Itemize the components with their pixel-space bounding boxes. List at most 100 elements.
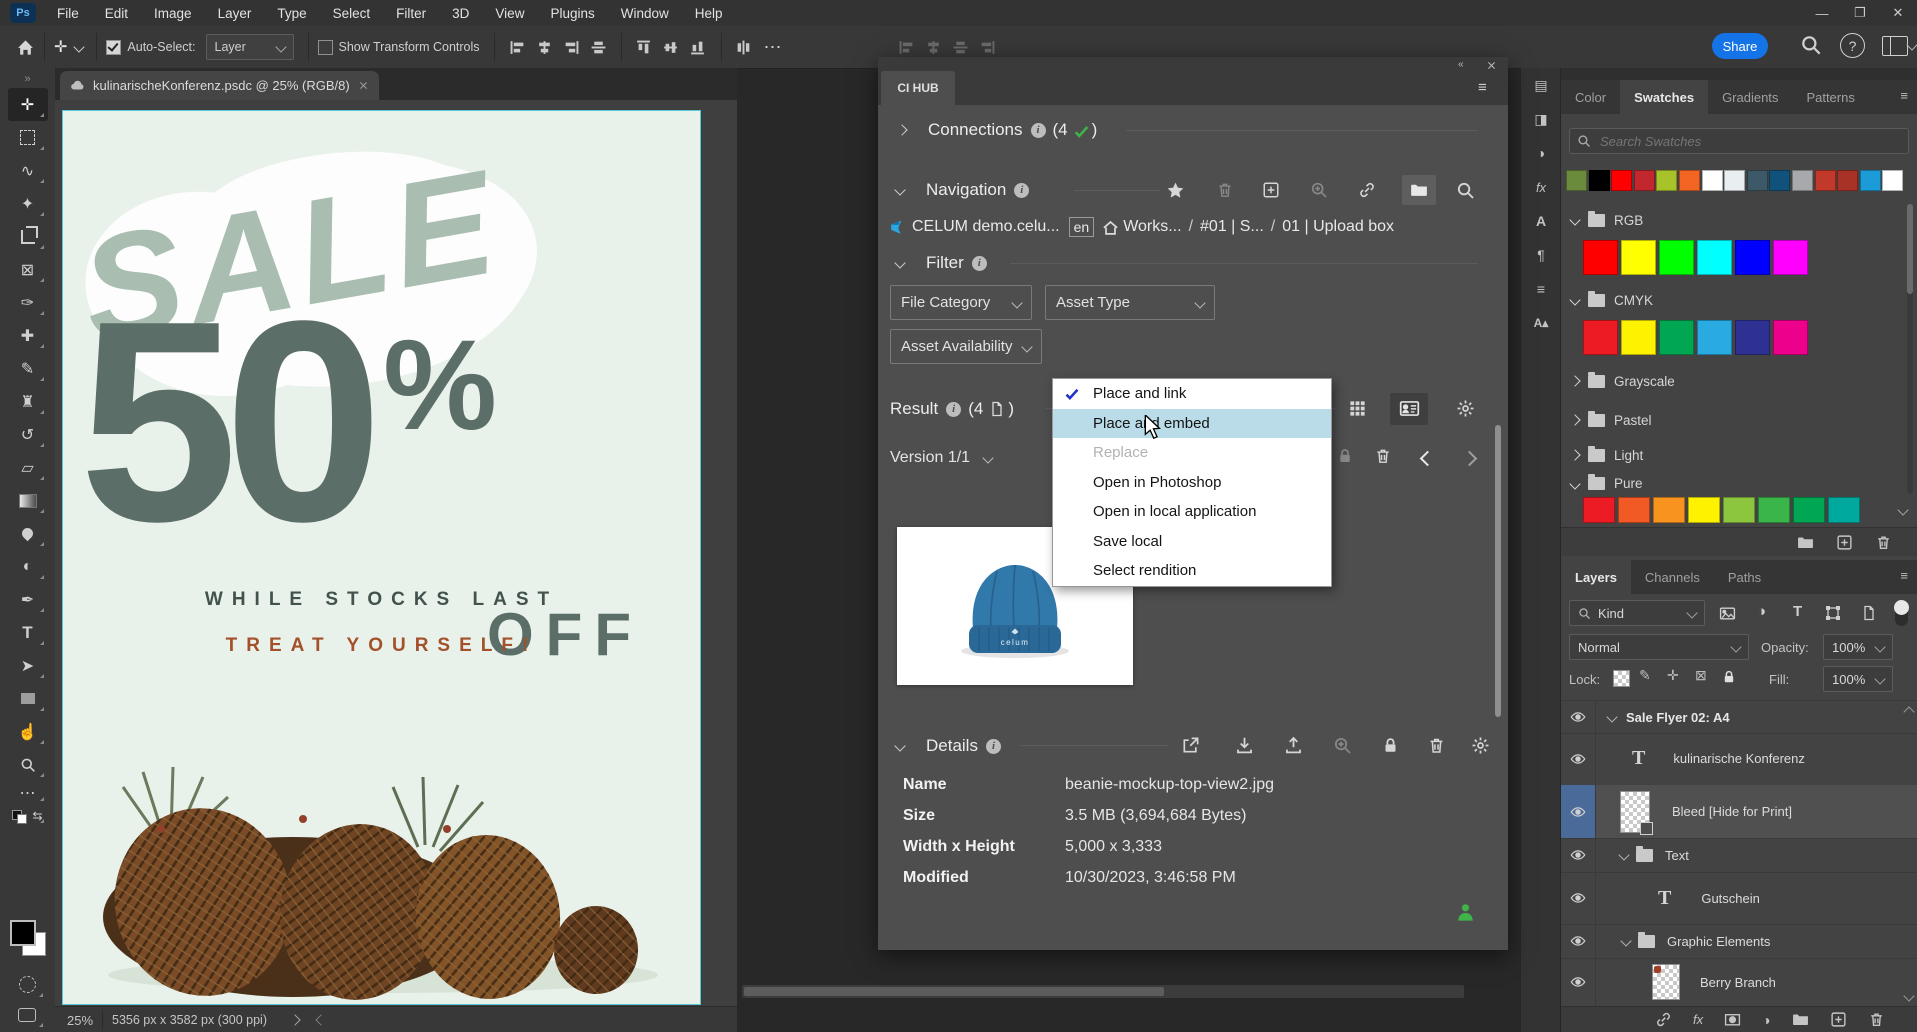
cihub-tab[interactable]: CI HUB [881, 71, 955, 105]
swatch[interactable] [1735, 240, 1770, 275]
user-online-icon[interactable] [1455, 902, 1476, 923]
swatch-group-rgb[interactable]: RGB [1561, 204, 1917, 236]
show-transform-checkbox[interactable] [318, 40, 333, 55]
pen-tool[interactable]: ✒ [8, 583, 48, 616]
new-adjustment-layer-icon[interactable]: ◑ [1762, 1012, 1770, 1028]
align-right-icon[interactable] [563, 39, 580, 56]
chevron-down-icon[interactable] [1620, 935, 1631, 946]
blur-tool[interactable] [8, 517, 48, 550]
favorites-star-icon[interactable] [1166, 181, 1185, 200]
breadcrumb-segment[interactable]: #01 | S... [1182, 218, 1264, 236]
panel-menu-icon[interactable]: ≡ [1890, 80, 1917, 114]
auto-select-checkbox[interactable] [106, 40, 121, 55]
new-group-folder-icon[interactable] [1797, 534, 1814, 551]
swatch[interactable] [1773, 320, 1808, 355]
tab-color[interactable]: Color [1561, 80, 1620, 114]
menu-layer[interactable]: Layer [205, 6, 265, 21]
menu-help[interactable]: Help [682, 6, 736, 21]
swatch-group-grayscale[interactable]: Grayscale [1561, 364, 1917, 398]
menu-select[interactable]: Select [320, 6, 384, 21]
layer-row-text[interactable]: T Gutschein [1561, 872, 1917, 925]
home-icon[interactable] [16, 38, 35, 57]
swatch[interactable] [1758, 497, 1790, 523]
info-icon[interactable]: i [1014, 183, 1029, 198]
rectangle-tool[interactable] [8, 682, 48, 715]
toolbar-collapse-icon[interactable]: » [0, 68, 55, 88]
align-center-icon[interactable] [536, 39, 553, 56]
history-brush-tool[interactable]: ↺ [8, 418, 48, 451]
swatch-group-cmyk[interactable]: CMYK [1561, 284, 1917, 316]
chevron-down-icon[interactable] [982, 452, 993, 463]
swatch[interactable] [1618, 497, 1650, 523]
panel-character-icon[interactable]: A [1521, 204, 1561, 238]
swatch[interactable] [1659, 320, 1694, 355]
layer-filter-toggle[interactable] [1895, 602, 1908, 626]
home-icon[interactable] [1102, 219, 1119, 236]
move-tool[interactable]: ✛ [8, 88, 48, 121]
foreground-background-colors[interactable] [10, 920, 46, 956]
swatch[interactable] [1769, 170, 1790, 191]
panel-paragraph-icon[interactable]: ¶ [1521, 238, 1561, 272]
swatch[interactable] [1656, 170, 1677, 191]
language-selector[interactable]: en [1069, 217, 1095, 237]
layer-row-text[interactable]: T kulinarische Konferenz [1561, 732, 1917, 786]
panel-collapse-icon[interactable]: « [1458, 59, 1464, 70]
close-button[interactable]: ✕ [1879, 0, 1917, 26]
panel-menu-icon[interactable]: ≡ [1890, 560, 1917, 594]
link-layers-icon[interactable] [1655, 1011, 1672, 1028]
menu-item-open-in-local-application[interactable]: Open in local application [1053, 497, 1331, 527]
lasso-tool[interactable]: ∿ [8, 154, 48, 187]
horizontal-scrollbar[interactable] [742, 985, 1464, 998]
opacity-field[interactable]: 100% [1823, 634, 1893, 660]
swatch-group-light[interactable]: Light [1561, 440, 1917, 470]
swatch[interactable] [1688, 497, 1720, 523]
tool-preset-chevron-icon[interactable] [74, 41, 85, 52]
panel-adjustments-icon[interactable]: ◨ [1521, 102, 1561, 136]
swatch[interactable] [1621, 240, 1656, 275]
swatch[interactable] [1621, 320, 1656, 355]
new-group-icon[interactable] [1792, 1011, 1809, 1028]
tab-paths[interactable]: Paths [1714, 560, 1775, 594]
hand-tool[interactable]: ☝ [8, 715, 48, 748]
asset-availability-dropdown[interactable]: Asset Availability [890, 329, 1042, 364]
swatch[interactable] [1697, 320, 1732, 355]
swatch[interactable] [1566, 170, 1587, 191]
dodge-tool[interactable]: ◐ [8, 550, 48, 583]
breadcrumb-segment[interactable]: Works... [1123, 218, 1181, 236]
chevron-down-icon[interactable] [1606, 711, 1617, 722]
crop-tool[interactable] [8, 220, 48, 253]
lock-transparency-icon[interactable] [1613, 670, 1630, 687]
menu-file[interactable]: File [44, 6, 92, 21]
app-search-icon[interactable] [1800, 34, 1822, 56]
panel-glyphs-icon[interactable]: ≡ [1521, 272, 1561, 306]
lock-all-icon[interactable] [1721, 669, 1737, 685]
swatch[interactable] [1653, 497, 1685, 523]
menu-edit[interactable]: Edit [92, 6, 141, 21]
eraser-tool[interactable]: ▱ [8, 451, 48, 484]
swatch[interactable] [1589, 170, 1610, 191]
visibility-eye-icon[interactable] [1561, 701, 1596, 733]
detail-view-button[interactable] [1390, 393, 1428, 425]
lock-pixels-icon[interactable]: ✎ [1639, 667, 1651, 684]
chevron-down-icon[interactable] [894, 740, 905, 751]
swatch[interactable] [1583, 320, 1618, 355]
menu-view[interactable]: View [482, 6, 537, 21]
menu-3d[interactable]: 3D [439, 6, 482, 21]
breadcrumb-segment[interactable]: 01 | Upload box [1264, 218, 1394, 236]
swatch[interactable] [1583, 240, 1618, 275]
new-swatch-icon[interactable] [1836, 534, 1853, 551]
swap-colors-icon[interactable]: ⇆ [8, 805, 48, 827]
file-category-dropdown[interactable]: File Category [890, 285, 1032, 320]
swatch[interactable] [1679, 170, 1700, 191]
zoom-level[interactable]: 25% [67, 1013, 93, 1028]
search-assets-icon[interactable] [1456, 181, 1475, 200]
fill-field[interactable]: 100% [1823, 666, 1893, 692]
grid-view-icon[interactable] [1348, 399, 1367, 418]
menu-window[interactable]: Window [608, 6, 682, 21]
layer-row-image[interactable]: Berry Branch [1561, 958, 1917, 1007]
swatch[interactable] [1792, 170, 1813, 191]
breadcrumb-connection[interactable]: CELUM demo.celu... [912, 218, 1060, 236]
edit-toolbar-icon[interactable]: ⋯ [8, 781, 48, 805]
delete-version-icon[interactable] [1374, 447, 1392, 465]
swatch[interactable] [1723, 497, 1755, 523]
